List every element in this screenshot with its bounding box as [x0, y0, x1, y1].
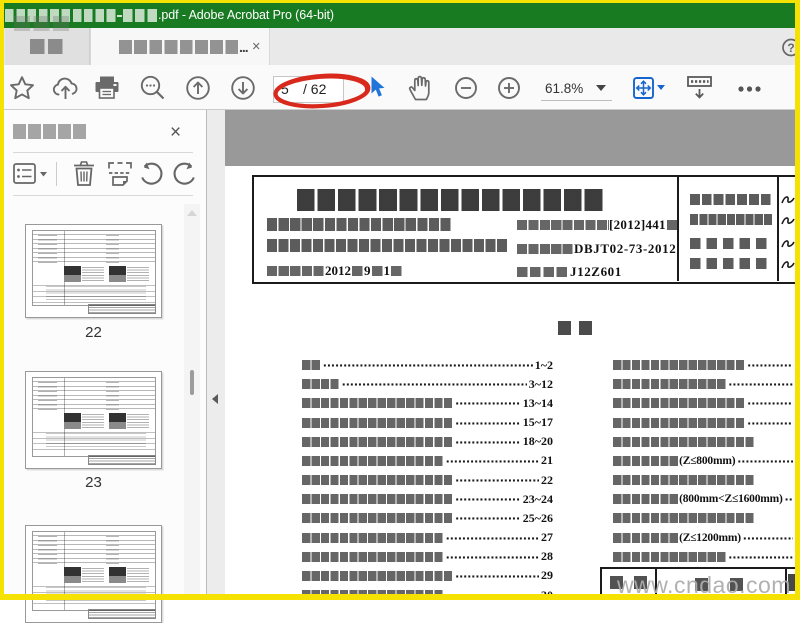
svg-text:?: ? — [787, 41, 794, 55]
